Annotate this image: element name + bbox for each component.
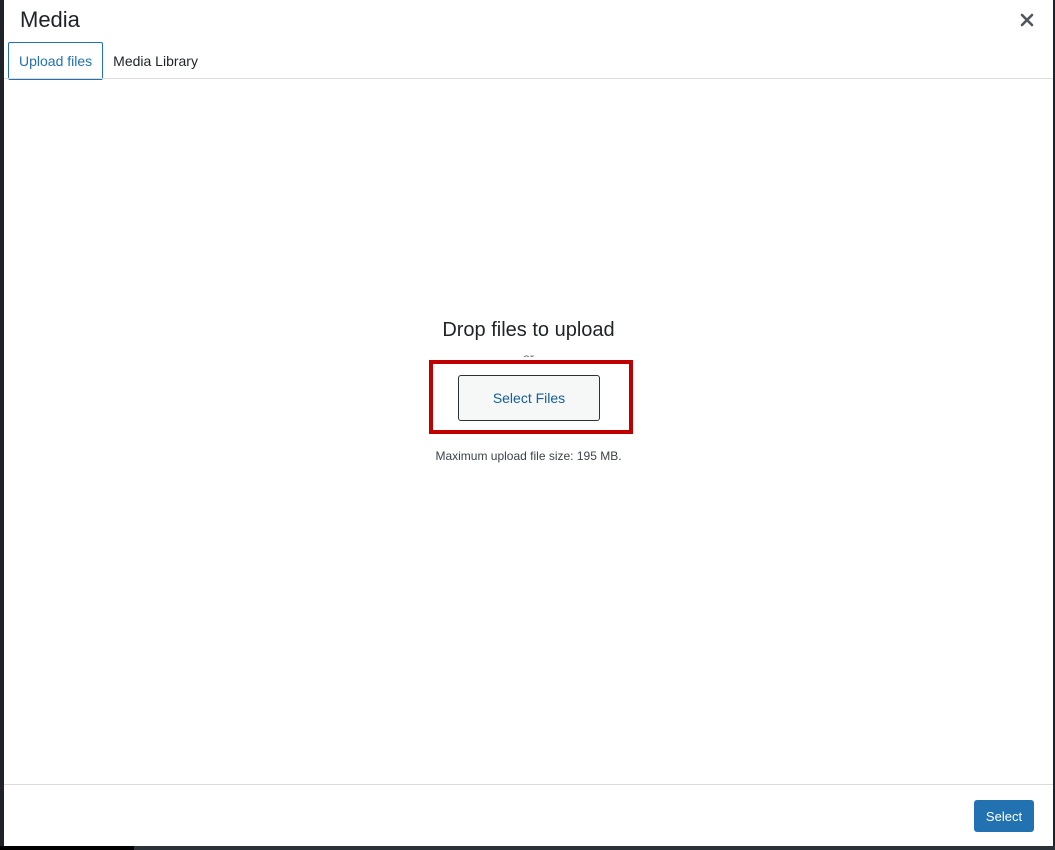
media-modal: Media Upload files Media Library Drop fi… <box>4 0 1053 846</box>
backdrop-bottom-edge <box>0 846 1055 850</box>
footer-divider <box>4 784 1053 785</box>
media-tabs: Upload files Media Library <box>8 42 208 80</box>
tab-media-library[interactable]: Media Library <box>103 42 208 80</box>
close-icon <box>1020 13 1034 27</box>
select-files-button[interactable]: Select Files <box>458 375 600 421</box>
select-button[interactable]: Select <box>974 800 1034 832</box>
close-button[interactable] <box>1015 8 1039 32</box>
max-upload-size-text: Maximum upload file size: 195 MB. <box>435 449 622 463</box>
or-separator-text: or <box>4 351 1053 357</box>
tab-upload-files[interactable]: Upload files <box>8 42 104 80</box>
modal-title: Media <box>20 7 80 32</box>
upload-drop-zone[interactable]: Drop files to upload or Select Files Max… <box>4 79 1053 784</box>
drop-files-title: Drop files to upload <box>442 319 615 341</box>
backdrop-bottom-edge-dark <box>0 846 134 850</box>
